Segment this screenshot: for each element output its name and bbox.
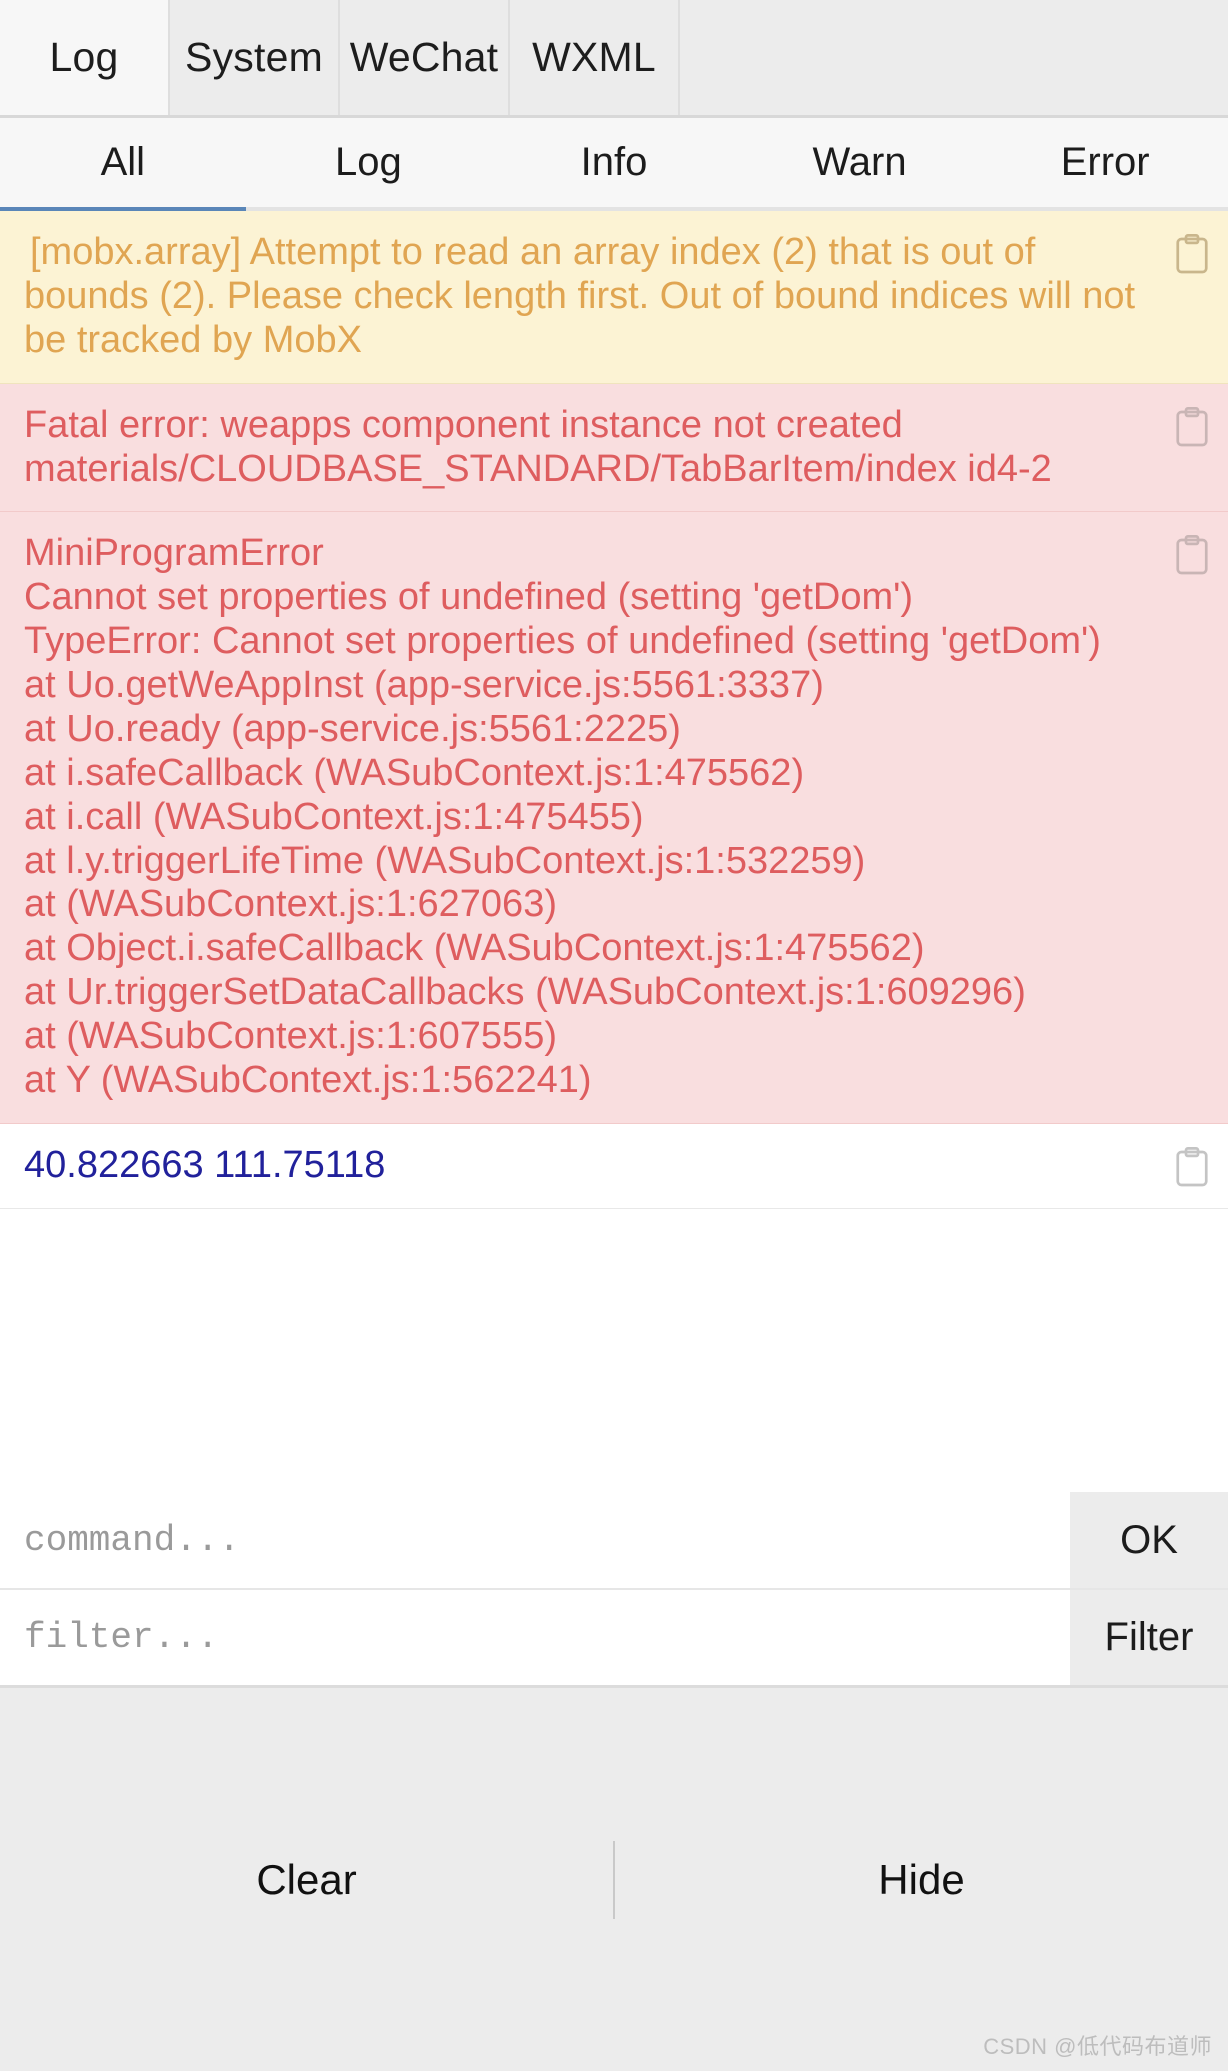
clipboard-icon[interactable] bbox=[1174, 1146, 1210, 1188]
log-entry-fatal-error[interactable]: Fatal error: weapps component instance n… bbox=[0, 383, 1228, 513]
clipboard-icon[interactable] bbox=[1174, 406, 1210, 448]
log-entry-text: MiniProgramError Cannot set properties o… bbox=[24, 532, 1101, 1101]
level-tab-bar: All Log Info Warn Error bbox=[0, 118, 1228, 211]
level-tab-warn-label: Warn bbox=[812, 140, 907, 184]
log-entry-miniprogram-error[interactable]: MiniProgramError Cannot set properties o… bbox=[0, 512, 1228, 1124]
command-input[interactable] bbox=[0, 1492, 1070, 1588]
panel-tab-log[interactable]: Log bbox=[0, 0, 170, 115]
filter-row: Filter bbox=[0, 1590, 1228, 1688]
panel-tab-system[interactable]: System bbox=[170, 0, 340, 115]
level-tab-all[interactable]: All bbox=[0, 118, 246, 211]
log-entry-warning[interactable]: [mobx.array] Attempt to read an array in… bbox=[0, 211, 1228, 384]
level-tab-log-label: Log bbox=[335, 140, 402, 184]
level-tab-warn[interactable]: Warn bbox=[737, 118, 983, 207]
panel-tab-wechat-label: WeChat bbox=[349, 34, 499, 80]
level-tab-error[interactable]: Error bbox=[982, 118, 1228, 207]
level-tab-error-label: Error bbox=[1060, 140, 1150, 184]
filter-button-label: Filter bbox=[1104, 1615, 1194, 1659]
panel-tab-wxml[interactable]: WXML bbox=[510, 0, 680, 115]
console-panel: Log System WeChat WXML All Log Info Warn… bbox=[0, 0, 1228, 2071]
ok-button[interactable]: OK bbox=[1070, 1492, 1228, 1588]
log-entry-text: 40.822663 111.75118 bbox=[24, 1143, 386, 1186]
log-entry-text: [mobx.array] Attempt to read an array in… bbox=[24, 231, 1146, 361]
panel-tab-wxml-label: WXML bbox=[532, 34, 656, 80]
log-list[interactable]: [mobx.array] Attempt to read an array in… bbox=[0, 211, 1228, 1492]
panel-tab-bar: Log System WeChat WXML bbox=[0, 0, 1228, 118]
level-tab-info[interactable]: Info bbox=[491, 118, 737, 207]
console-input-area: OK Filter bbox=[0, 1492, 1228, 1688]
clipboard-icon[interactable] bbox=[1174, 534, 1210, 576]
clear-button[interactable]: Clear bbox=[0, 1856, 613, 1904]
clear-button-label: Clear bbox=[256, 1855, 357, 1903]
level-tab-info-label: Info bbox=[580, 140, 648, 184]
log-entry-coordinates[interactable]: 40.822663 111.75118 bbox=[0, 1123, 1228, 1209]
panel-tab-bar-filler bbox=[680, 0, 1228, 115]
level-tab-all-label: All bbox=[100, 140, 146, 184]
bottom-action-bar: Clear Hide CSDN @低代码布道师 bbox=[0, 1688, 1228, 2071]
level-tab-log[interactable]: Log bbox=[246, 118, 492, 207]
command-row: OK bbox=[0, 1492, 1228, 1590]
panel-tab-system-label: System bbox=[185, 34, 323, 80]
log-entry-text: Fatal error: weapps component instance n… bbox=[24, 403, 1052, 490]
filter-input[interactable] bbox=[0, 1590, 1070, 1685]
panel-tab-wechat[interactable]: WeChat bbox=[340, 0, 510, 115]
hide-button[interactable]: Hide bbox=[615, 1856, 1228, 1904]
panel-tab-log-label: Log bbox=[49, 34, 119, 80]
hide-button-label: Hide bbox=[878, 1855, 965, 1903]
watermark: CSDN @低代码布道师 bbox=[983, 2034, 1212, 2059]
ok-button-label: OK bbox=[1120, 1517, 1178, 1562]
filter-button[interactable]: Filter bbox=[1070, 1590, 1228, 1685]
clipboard-icon[interactable] bbox=[1174, 233, 1210, 275]
